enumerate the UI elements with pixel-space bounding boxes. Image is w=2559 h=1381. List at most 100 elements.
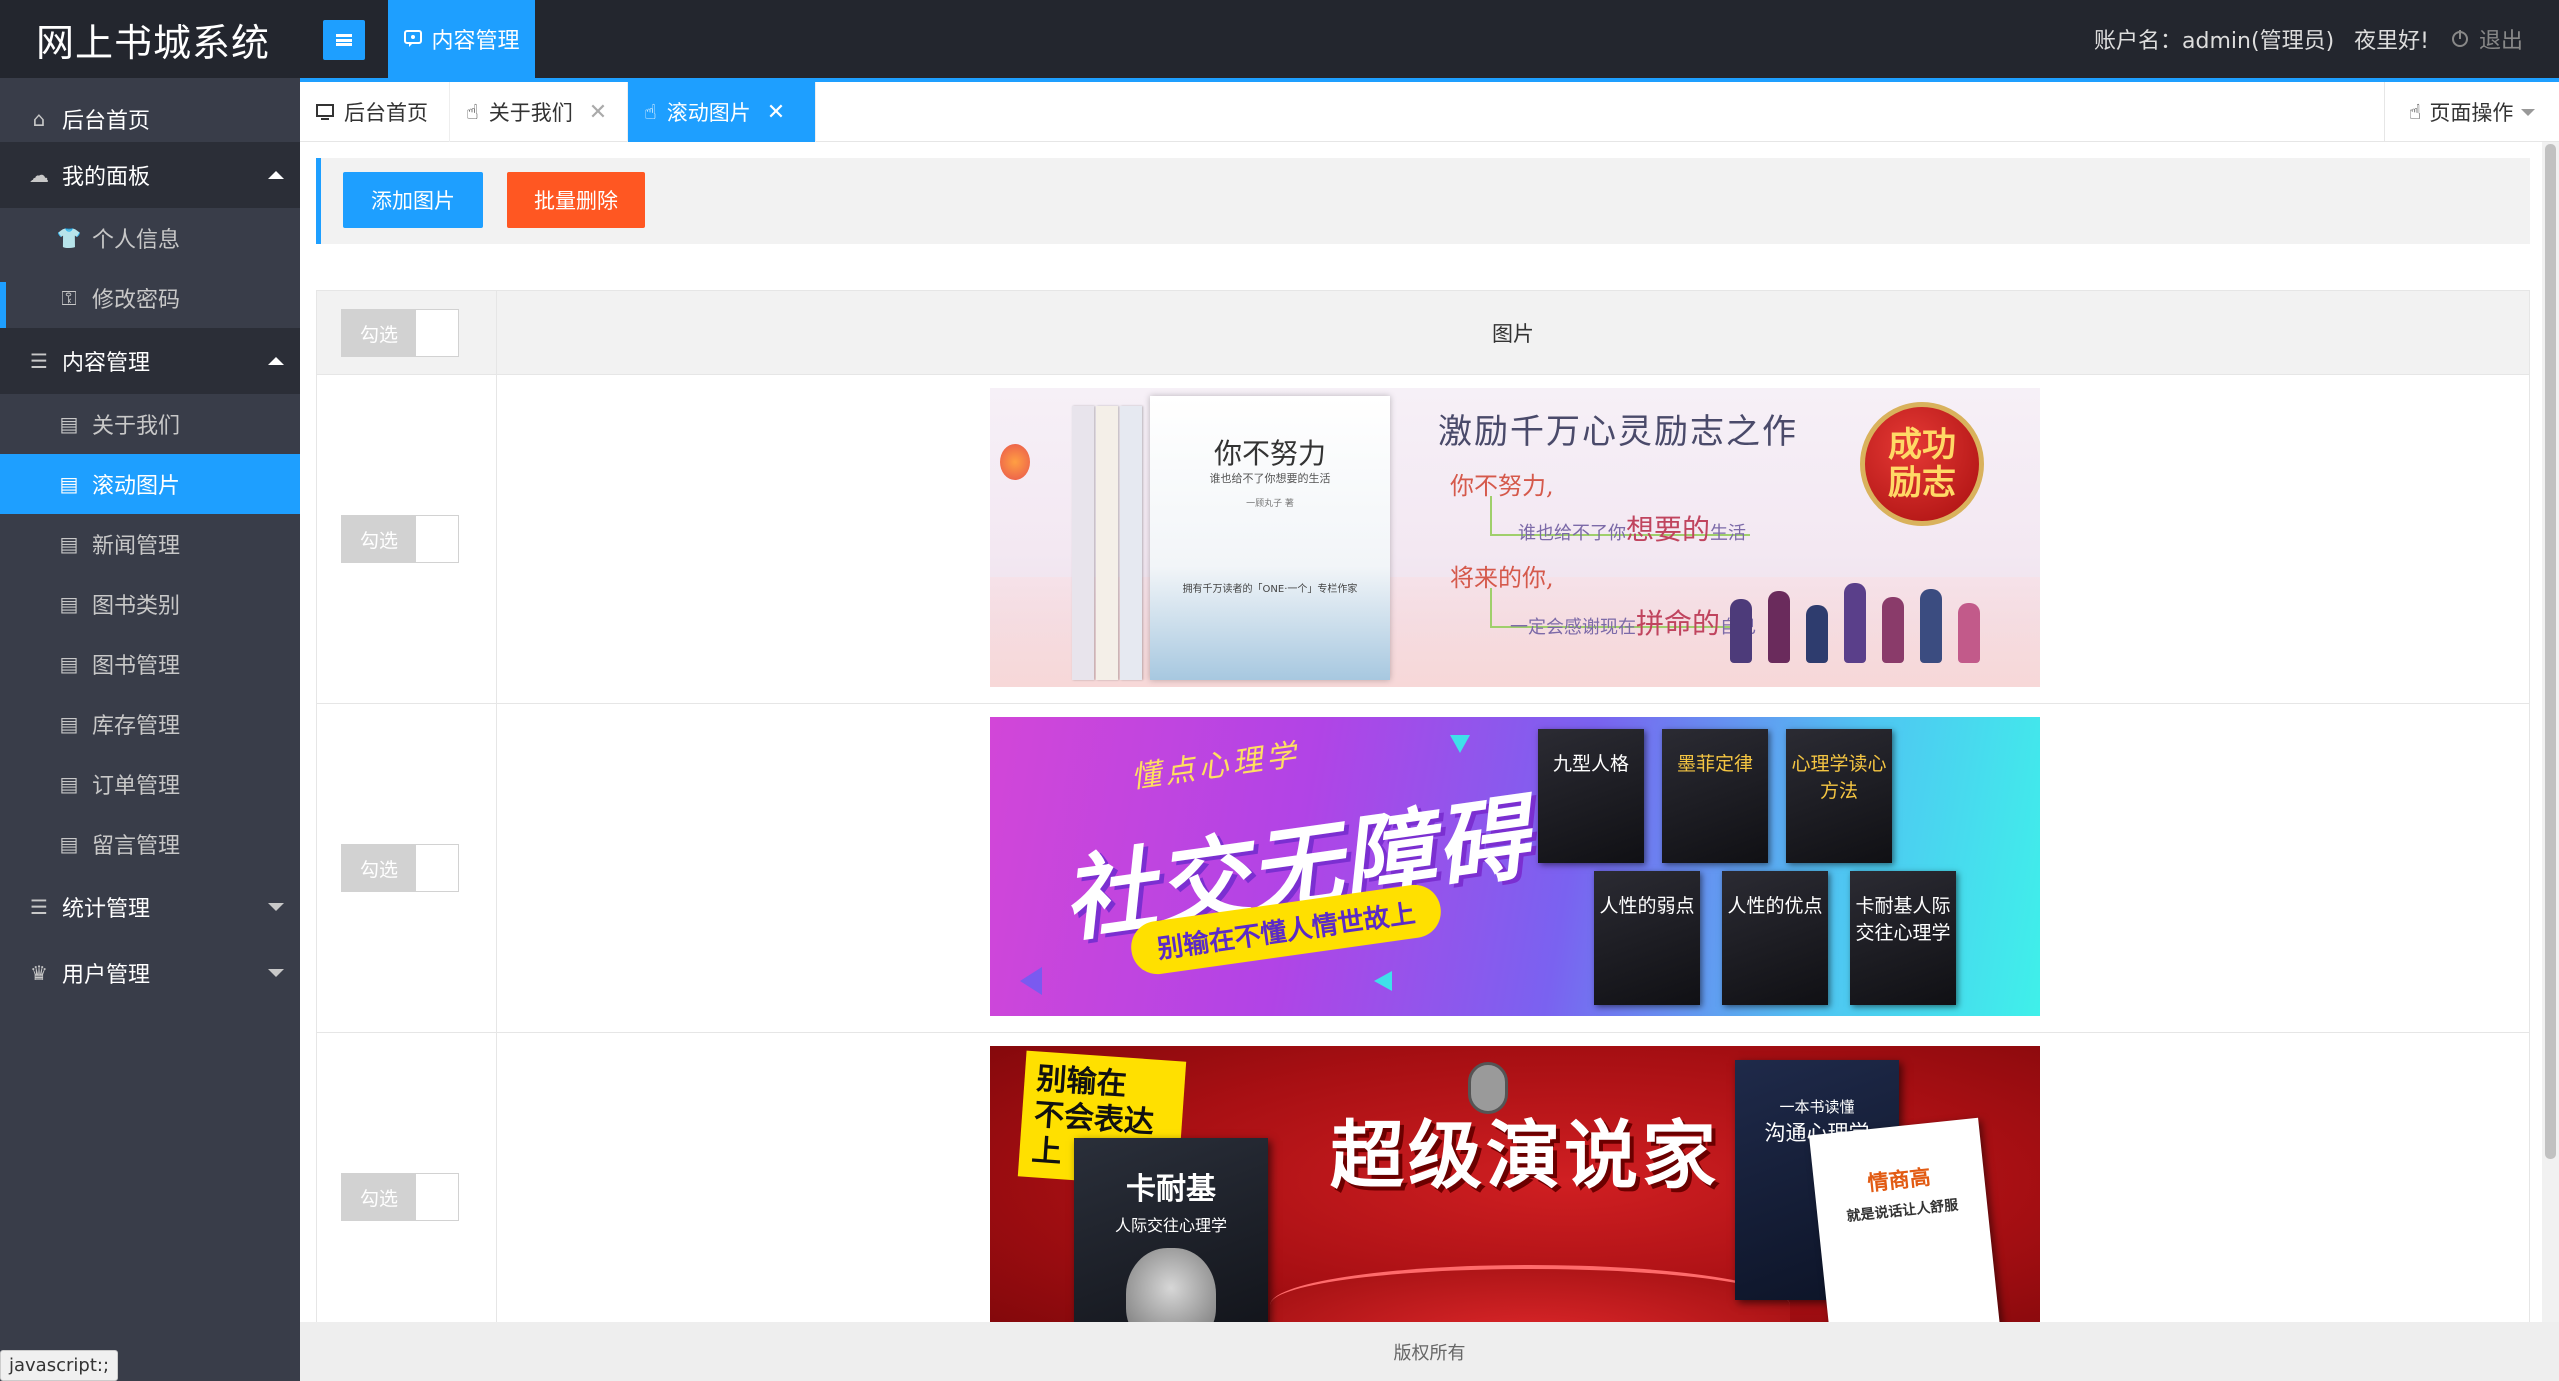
add-image-button[interactable]: 添加图片 bbox=[343, 172, 483, 228]
sidebar-group-my-panel[interactable]: ☁ 我的面板 bbox=[0, 142, 300, 208]
hand-icon: ☝ bbox=[644, 100, 657, 124]
sidebar-item-book-category[interactable]: ▤ 图书类别 bbox=[0, 574, 300, 634]
banner-title: 超级演说家 bbox=[1330, 1113, 1720, 1199]
chevron-down-icon bbox=[268, 969, 284, 977]
slogan-text: 一定会感谢现在 bbox=[1510, 617, 1636, 638]
decor-triangle bbox=[1020, 967, 1042, 995]
sidebar-item-messages[interactable]: ▤ 留言管理 bbox=[0, 814, 300, 874]
batch-delete-button[interactable]: 批量删除 bbox=[507, 172, 645, 228]
top-nav-label: 内容管理 bbox=[431, 29, 520, 54]
tab-label: 后台首页 bbox=[344, 101, 428, 125]
slogan-text: 谁也给不了你 bbox=[1518, 523, 1626, 544]
person-figure bbox=[1920, 589, 1942, 663]
table-header: 勾选 图片 bbox=[317, 291, 2529, 375]
sidebar-item-profile[interactable]: 👕 个人信息 bbox=[0, 208, 300, 268]
row-check-cell: 勾选 bbox=[317, 375, 497, 703]
document-icon: ▤ bbox=[59, 472, 79, 496]
row-checkbox[interactable]: 勾选 bbox=[341, 1173, 459, 1221]
tab-carousel[interactable]: ☝ 滚动图片 ✕ bbox=[628, 82, 816, 142]
banner-subtitle: 懂点心理学 bbox=[1128, 737, 1303, 796]
page-operations-dropdown[interactable]: ☝ 页面操作 bbox=[2384, 82, 2559, 142]
tab-home[interactable]: 后台首页 bbox=[300, 82, 450, 142]
sidebar-item-orders[interactable]: ▤ 订单管理 bbox=[0, 754, 300, 814]
sidebar-item-label: 关于我们 bbox=[92, 414, 181, 439]
book-subtitle: 谁也给不了你想要的生活 bbox=[1209, 472, 1331, 485]
sidebar-item-change-password[interactable]: ⚿ 修改密码 bbox=[0, 268, 300, 328]
table-row: 勾选 懂点心理学 社交无障碍 别输在不懂人情世故上 九型人格 墨菲定律 心理学读… bbox=[317, 704, 2529, 1033]
close-icon[interactable]: ✕ bbox=[589, 100, 607, 125]
row-check-cell: 勾选 bbox=[317, 704, 497, 1032]
footer: 版权所有 bbox=[300, 1322, 2559, 1381]
sidebar-item-news[interactable]: ▤ 新闻管理 bbox=[0, 514, 300, 574]
book-cover: 心理学读心方法 bbox=[1786, 729, 1892, 863]
seal-line: 成功 bbox=[1888, 425, 1956, 465]
sidebar-item-carousel[interactable]: ▤ 滚动图片 bbox=[0, 454, 300, 514]
checkbox-label: 勾选 bbox=[342, 845, 416, 891]
carousel-image-2[interactable]: 懂点心理学 社交无障碍 别输在不懂人情世故上 九型人格 墨菲定律 心理学读心方法… bbox=[990, 717, 2040, 1016]
carousel-image-1[interactable]: 你不努力 谁也给不了你想要的生活 一顾丸子 著 拥有千万读者的「ONE·一个」专… bbox=[990, 388, 2040, 687]
sidebar-item-about[interactable]: ▤ 关于我们 bbox=[0, 394, 300, 454]
column-header-image: 图片 bbox=[1492, 322, 1534, 346]
scrollbar-thumb[interactable] bbox=[2545, 144, 2556, 1159]
menu-icon bbox=[336, 34, 352, 46]
row-checkbox[interactable]: 勾选 bbox=[341, 844, 459, 892]
sidebar-group-users[interactable]: ♛ 用户管理 bbox=[0, 940, 300, 1006]
person-figure bbox=[1958, 603, 1980, 663]
checkbox-label: 勾选 bbox=[342, 1174, 416, 1220]
carousel-image-3[interactable]: 超级演说家 别输在 不会表达上 卡耐基 人际交往心理学 一本书读懂 沟通心理学 … bbox=[990, 1046, 2040, 1345]
hand-icon: ☝ bbox=[466, 100, 479, 124]
logout-label: 退出 bbox=[2478, 29, 2523, 54]
sidebar: ⌂ 后台首页 ☁ 我的面板 👕 个人信息 ⚿ 修改密码 ☰ 内容管理 ▤ 关于我… bbox=[0, 78, 300, 1381]
tab-label: 滚动图片 bbox=[666, 101, 751, 125]
book-title: 九型人格 bbox=[1552, 753, 1629, 775]
walking-people-illustration bbox=[1730, 583, 1980, 663]
book-title: 人性的优点 bbox=[1727, 895, 1823, 917]
slogan-line: 谁也给不了你想要的生活 bbox=[1518, 508, 1746, 548]
sidebar-item-inventory[interactable]: ▤ 库存管理 bbox=[0, 694, 300, 754]
person-figure bbox=[1730, 599, 1752, 663]
book-title: 墨菲定律 bbox=[1676, 753, 1753, 775]
sidebar-item-books[interactable]: ▤ 图书管理 bbox=[0, 634, 300, 694]
book-blurb: 拥有千万读者的「ONE·一个」专栏作家 bbox=[1182, 584, 1358, 595]
banner-headline: 激励千万心灵励志之作 bbox=[1438, 412, 1798, 452]
document-icon: ▤ bbox=[59, 592, 79, 616]
close-icon[interactable]: ✕ bbox=[767, 100, 785, 125]
action-toolbar: 添加图片 批量删除 bbox=[316, 158, 2530, 244]
book-spine bbox=[1120, 406, 1142, 680]
chevron-up-icon bbox=[268, 171, 284, 179]
sidebar-group-statistics[interactable]: ☰ 统计管理 bbox=[0, 874, 300, 940]
sidebar-item-label: 留言管理 bbox=[92, 834, 181, 859]
table-row: 勾选 超级演说家 别输在 不会表达上 卡耐基 人际交往心理学 一本书读懂 沟通心… bbox=[317, 1033, 2529, 1362]
book-cover: 情商高 就是说话让人舒服 bbox=[1808, 1117, 2002, 1345]
book-title: 卡耐基人际交往心理学 bbox=[1855, 895, 1951, 944]
chevron-down-icon bbox=[268, 903, 284, 911]
sidebar-group-content[interactable]: ☰ 内容管理 bbox=[0, 328, 300, 394]
sidebar-hover-marker bbox=[0, 282, 6, 330]
top-nav-content-management[interactable]: 内容管理 bbox=[388, 0, 535, 78]
slogan-emphasis: 想要的 bbox=[1626, 513, 1711, 546]
book-title: 人性的弱点 bbox=[1599, 895, 1695, 917]
row-checkbox[interactable]: 勾选 bbox=[341, 515, 459, 563]
chevron-up-icon bbox=[268, 357, 284, 365]
tab-about[interactable]: ☝ 关于我们 ✕ bbox=[450, 82, 628, 142]
sidebar-group-label: 用户管理 bbox=[62, 963, 151, 988]
decor-triangle bbox=[1450, 735, 1470, 753]
vertical-scrollbar[interactable] bbox=[2542, 142, 2559, 1322]
table-row: 勾选 你不努力 谁也给不了你想要的生活 一顾丸子 著 拥有千万读者的「ONE·一… bbox=[317, 375, 2529, 704]
document-icon: ▤ bbox=[59, 832, 79, 856]
select-all-checkbox[interactable]: 勾选 bbox=[341, 309, 459, 357]
logout-button[interactable]: 退出 bbox=[2449, 23, 2523, 55]
book-cover: 你不努力 谁也给不了你想要的生活 一顾丸子 著 拥有千万读者的「ONE·一个」专… bbox=[1150, 396, 1390, 680]
sidebar-toggle-button[interactable] bbox=[323, 20, 365, 60]
sidebar-item-label: 订单管理 bbox=[92, 774, 181, 799]
account-name[interactable]: 账户名：admin(管理员) bbox=[2094, 23, 2334, 55]
book-cover: 人性的弱点 bbox=[1594, 871, 1700, 1005]
sidebar-group-label: 统计管理 bbox=[62, 897, 151, 922]
decor-triangle bbox=[1374, 971, 1392, 991]
sidebar-item-label: 库存管理 bbox=[92, 714, 181, 739]
checkbox-label: 勾选 bbox=[342, 516, 416, 562]
seal-line: 励志 bbox=[1888, 463, 1956, 503]
book-cover: 卡耐基人际交往心理学 bbox=[1850, 871, 1956, 1005]
home-icon: ⌂ bbox=[32, 107, 46, 131]
sidebar-item-label: 图书管理 bbox=[92, 654, 181, 679]
